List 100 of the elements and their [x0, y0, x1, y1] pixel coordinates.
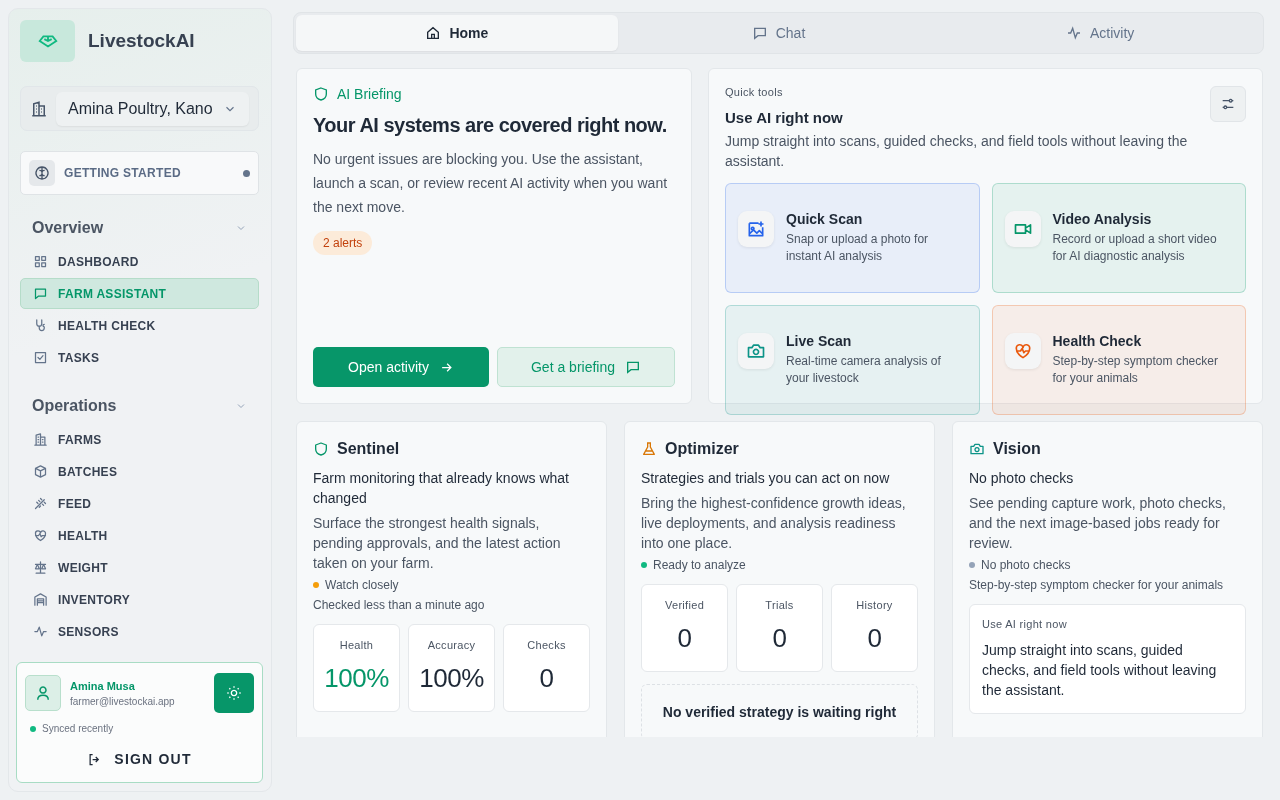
sign-out-button[interactable]: SIGN OUT [25, 746, 254, 772]
quick-tools-label: Quick tools [725, 86, 784, 98]
stat-value: 0 [677, 623, 692, 654]
card-title: Vision [993, 440, 1041, 458]
brain-icon [29, 160, 55, 186]
stat-value: 0 [539, 663, 554, 694]
flask-icon [641, 441, 657, 457]
card-subtitle: Strategies and trials you can act on now [641, 469, 891, 488]
scale-icon [33, 560, 48, 575]
nav-item[interactable]: DASHBOARD [20, 246, 259, 277]
quick-tools-title: Use AI right now [725, 109, 843, 126]
building-icon [33, 432, 48, 447]
status-text: No photo checks [981, 558, 1071, 572]
stat-label: Trials [765, 599, 794, 611]
tool-tile[interactable]: Live Scan Real-time camera analysis of your livestock [725, 305, 980, 415]
status-dot [30, 725, 36, 732]
heart-pulse-icon [33, 528, 48, 543]
chat-bubble-icon [625, 359, 642, 375]
tool-title: Live Scan [786, 333, 853, 349]
card-subtitle: Farm monitoring that already knows what changed [313, 469, 570, 508]
wheat-icon [33, 496, 48, 511]
sync-status: Synced recently [42, 723, 114, 734]
box-icon [33, 464, 48, 479]
tool-description: Real-time camera analysis of your livestock [786, 353, 942, 387]
stat-label: Accuracy [427, 639, 476, 651]
card-title: Sentinel [337, 440, 400, 458]
stat-label: Verified [664, 599, 705, 611]
briefing-text: No urgent issues are blocking you. Use the assistant, launch a scan, or review recent AI activity when you want the next move. [313, 150, 669, 217]
video-camera-icon [1004, 211, 1041, 247]
tool-tile[interactable]: Video Analysis Record or upload a short video for AI diagnostic analysis [991, 183, 1246, 293]
nav-item[interactable]: INVENTORY [20, 584, 259, 615]
chat-bubble-icon [33, 286, 48, 301]
card-text: Surface the strongest health signals, pending approvals, and the latest action taken on your farm. [313, 514, 562, 573]
sliders-icon [1220, 96, 1236, 112]
nav-item[interactable]: HEALTH [20, 520, 259, 551]
nav-item[interactable]: HEALTH CHECK [20, 310, 259, 341]
camera-icon [738, 333, 774, 369]
pulse-icon [33, 624, 48, 639]
nav-item[interactable]: SENSORS [20, 616, 259, 647]
nav-item[interactable]: BATCHES [20, 456, 259, 487]
avatar-icon [25, 675, 61, 711]
sun-icon [226, 685, 242, 701]
tool-description: Step-by-step symptom checker for your animals [1052, 353, 1219, 387]
inner-card-text: Jump straight into scans, guided checks, and field tools without leaving the assistant. [982, 641, 1218, 700]
open-activity-button[interactable]: Open activity [313, 347, 489, 387]
stat-label: History [856, 599, 893, 611]
farm-select[interactable]: Amina Poultry, Kano [56, 91, 249, 126]
inner-card-label: Use AI right now [982, 618, 1068, 630]
stat-value: 100% [419, 663, 484, 694]
settings-button[interactable] [1210, 86, 1246, 122]
card-text: Bring the highest-confidence growth ideas, live deployments, and analysis readiness into one place. [641, 494, 907, 553]
nav-item[interactable]: TASKS [20, 342, 259, 373]
status-text: Watch closely [325, 578, 399, 592]
stat-label: Checks [527, 639, 566, 651]
nav-item[interactable]: FARMS [20, 424, 259, 455]
theme-toggle-button[interactable] [214, 673, 254, 713]
camera-icon [969, 441, 985, 457]
getting-started-button[interactable]: GETTING STARTED [20, 151, 259, 195]
stat-value: 100% [324, 663, 389, 694]
alerts-badge: 2 alerts [313, 231, 373, 255]
chat-bubble-icon [751, 25, 768, 41]
briefing-title: Your AI systems are covered right now. [313, 114, 668, 137]
image-plus-icon [738, 211, 774, 247]
stethoscope-icon [33, 318, 48, 333]
brand-name: LivestockAI [88, 30, 195, 52]
tool-tile[interactable]: Health Check Step-by-step symptom checker for your animals [991, 305, 1246, 415]
card-note: Step-by-step symptom checker for your animals [969, 578, 1225, 592]
nav-item[interactable]: WEIGHT [20, 552, 259, 583]
stat-label: Health [339, 639, 374, 651]
card-title: Optimizer [665, 440, 739, 458]
tool-title: Video Analysis [1052, 211, 1153, 227]
stat-value: 0 [867, 623, 882, 654]
home-icon [425, 25, 442, 41]
logo-icon [20, 20, 75, 62]
nav-section-header[interactable]: Overview [20, 217, 259, 239]
tool-description: Snap or upload a photo for instant AI analysis [786, 231, 930, 265]
shield-icon [313, 86, 329, 102]
building-icon [30, 99, 48, 118]
card-note: Checked less than a minute ago [313, 598, 486, 612]
tab[interactable]: Activity [939, 15, 1261, 51]
pulse-icon [1066, 25, 1082, 41]
tab[interactable]: Chat [617, 15, 940, 51]
nav-section-header[interactable]: Operations [20, 395, 259, 417]
heart-pulse-icon [1004, 333, 1041, 369]
tool-tile[interactable]: Quick Scan Snap or upload a photo for instant AI analysis [725, 183, 980, 293]
tab[interactable]: Home [296, 15, 618, 51]
briefing-label: AI Briefing [337, 86, 402, 102]
card-subtitle: No photo checks [969, 469, 1075, 488]
checkbox-icon [33, 350, 48, 365]
user-name: Amina Musa [70, 679, 136, 692]
nav-item[interactable]: FEED [20, 488, 259, 519]
card-text: See pending capture work, photo checks, and the next image-based jobs ready for review. [969, 494, 1227, 553]
empty-state-text: No verified strategy is waiting right [662, 704, 897, 720]
grid-icon [33, 254, 48, 269]
user-email: farmer@livestockai.app [70, 695, 176, 707]
shield-icon [313, 441, 329, 457]
tool-title: Health Check [1052, 333, 1143, 349]
stat-value: 0 [772, 623, 787, 654]
tool-description: Record or upload a short video for AI diagnostic analysis [1052, 231, 1218, 265]
tool-title: Quick Scan [786, 211, 864, 227]
